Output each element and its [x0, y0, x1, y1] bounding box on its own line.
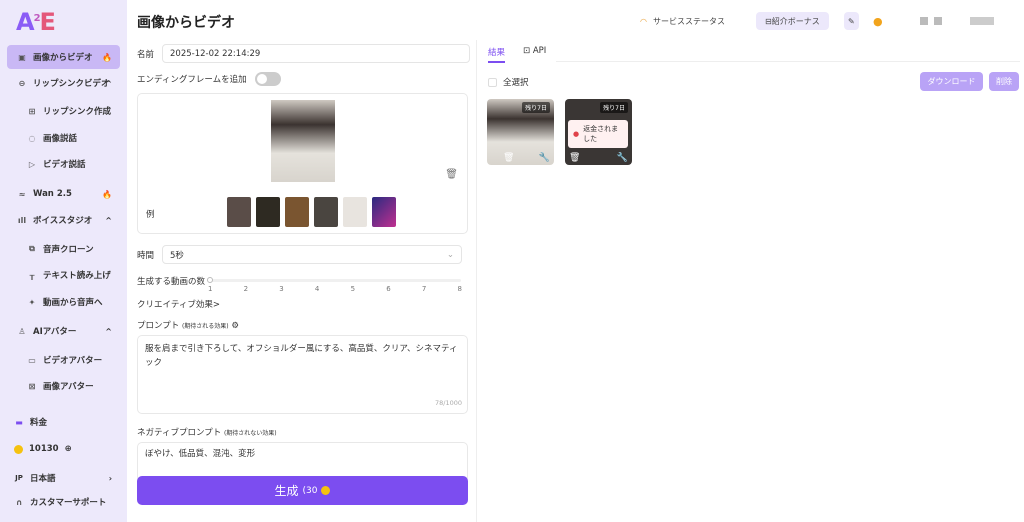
credits[interactable]: 10130 ⊕: [7, 437, 120, 461]
sidebar-item-video-avatar[interactable]: ▭ ビデオアバター: [7, 348, 120, 372]
sidebar-item-ai-avatar[interactable]: ♙ AIアバター ^: [7, 319, 120, 343]
video-talk-icon: ▷: [28, 159, 36, 169]
example-image[interactable]: [314, 197, 338, 227]
sidebar-item-image-avatar[interactable]: ⊠ 画像アバター: [7, 374, 120, 398]
tts-icon: ╥: [29, 270, 35, 280]
count-slider[interactable]: [207, 277, 461, 283]
error-icon: ●: [573, 130, 580, 138]
clone-icon: ⧉: [29, 244, 35, 253]
video-avatar-icon: ▭: [28, 355, 36, 365]
result-card[interactable]: 残り7日 🗑 🔧: [487, 99, 554, 165]
image-video-icon: ▣: [18, 52, 26, 62]
chevron-right-icon: ›: [108, 473, 112, 483]
tab-api[interactable]: ⊡ API: [523, 46, 546, 56]
chevron-up-icon: ^: [105, 326, 112, 336]
sparkle-icon: ✦: [28, 297, 36, 307]
chevron-down-icon: ⌄: [446, 249, 455, 260]
sidebar-item-voice-studio[interactable]: ıll ボイススタジオ ^: [7, 208, 120, 232]
result-card[interactable]: 残り7日 ● 返金されました 🗑 🔧: [565, 99, 632, 165]
sidebar-item-support[interactable]: ∩ カスタマーサポート: [7, 490, 120, 514]
image-avatar-icon: ⊠: [28, 381, 36, 391]
plus-square-icon: ⊞: [28, 106, 36, 116]
waveform-icon: ıll: [17, 215, 27, 225]
delete-button[interactable]: 削除: [989, 72, 1019, 91]
add-credits-icon[interactable]: ⊕: [65, 444, 72, 454]
referral-button[interactable]: ⊟ 紹介ボーナス: [756, 12, 829, 30]
gift-icon: ⊟: [765, 16, 772, 26]
trash-icon[interactable]: 🗑: [503, 153, 514, 163]
slider-handle[interactable]: [207, 277, 213, 283]
user-avatar-icon[interactable]: ●: [873, 12, 883, 30]
wrench-icon[interactable]: 🔧: [617, 153, 628, 163]
select-all-checkbox[interactable]: [488, 77, 497, 87]
slider-ticks: 12345678: [208, 285, 462, 293]
sidebar-item-pricing[interactable]: ▬ 料金: [7, 410, 120, 434]
chevron-up-icon: ^: [105, 215, 112, 225]
generate-button[interactable]: 生成 (30: [137, 476, 468, 505]
trash-icon[interactable]: 🗑: [445, 169, 458, 180]
wan-icon: ≈: [18, 189, 26, 199]
user-icon: ♙: [18, 326, 26, 336]
sidebar-item-tts[interactable]: ╥ テキスト読み上げ: [7, 263, 120, 287]
talk-icon: ◌: [28, 133, 36, 143]
example-image[interactable]: [372, 197, 396, 227]
negative-prompt-label: ネガティブプロンプト (期待されない効果): [137, 428, 277, 438]
headset-icon: ∩: [15, 497, 23, 507]
sidebar-item-video-talk[interactable]: ▷ ビデオ説話: [7, 152, 120, 176]
example-image[interactable]: [343, 197, 367, 227]
sidebar-item-lipsync-video[interactable]: ⊖ リップシンクビデオ ^: [7, 71, 120, 95]
name-input[interactable]: 2025-12-02 22:14:29: [162, 44, 471, 63]
sidebar-item-lipsync-create[interactable]: ⊞ リップシンク作成: [7, 99, 120, 123]
page-title: 画像からビデオ: [137, 15, 235, 31]
logo[interactable]: A2E: [16, 8, 56, 36]
ending-frame-toggle[interactable]: [254, 72, 281, 86]
service-status[interactable]: ◠ サービスステータス: [640, 12, 725, 30]
sidebar-item-wan[interactable]: ≈ Wan 2.5 🔥: [7, 182, 120, 206]
refund-status: ● 返金されました: [568, 120, 628, 148]
fire-icon: 🔥: [102, 52, 112, 62]
example-image[interactable]: [285, 197, 309, 227]
fire-icon: 🔥: [102, 189, 112, 199]
gauge-icon: ◠: [640, 16, 647, 26]
trash-icon[interactable]: 🗑: [569, 153, 580, 163]
download-button[interactable]: ダウンロード: [920, 72, 983, 91]
card-icon: ▬: [15, 417, 23, 427]
creative-effects-link[interactable]: クリエイティブ効果>: [137, 298, 220, 310]
prompt-textarea[interactable]: 服を肩まで引き下ろして、オフショルダー風にする、高品質、クリア、シネマティック 7…: [137, 335, 468, 414]
tab-results[interactable]: 結果: [488, 46, 506, 63]
example-image[interactable]: [227, 197, 251, 227]
sidebar-item-video-to-audio[interactable]: ✦ 動画から音声へ: [7, 290, 120, 314]
user-info: [920, 12, 994, 30]
uploaded-image: [271, 100, 335, 182]
name-row: 名前 2025-12-02 22:14:29: [137, 44, 471, 63]
duration-row: 時間 5秒 ⌄: [137, 245, 463, 264]
prompt-label: プロンプト (期待される効果) ⚙: [137, 321, 239, 331]
wrench-icon[interactable]: 🔧: [539, 153, 550, 163]
lips-icon: ⊖: [18, 78, 26, 88]
sidebar-item-image-talk[interactable]: ◌ 画像説話: [7, 126, 120, 150]
prompt-char-count: 78/1000: [434, 399, 462, 407]
sidebar-item-image-to-video[interactable]: ▣ 画像からビデオ 🔥: [7, 45, 120, 69]
coin-icon: [321, 486, 331, 495]
sidebar-item-voice-clone[interactable]: ⧉ 音声クローン: [7, 237, 120, 261]
theme-icon[interactable]: ✎: [844, 12, 859, 30]
coin-icon: [14, 444, 23, 454]
terminal-icon: ⊡: [523, 46, 531, 56]
duration-select[interactable]: 5秒 ⌄: [162, 245, 463, 264]
example-image[interactable]: [256, 197, 280, 227]
ai-icon[interactable]: ⚙: [231, 321, 239, 331]
sidebar: A2E ▣ 画像からビデオ 🔥 ⊖ リップシンクビデオ ^ ⊞ リップシンク作成 ◌ 画像説…: [0, 0, 127, 522]
ending-frame-row: エンディングフレームを追加: [137, 72, 281, 86]
sidebar-item-language[interactable]: JP 日本語 ›: [7, 466, 120, 490]
select-all[interactable]: 全選択: [488, 76, 529, 88]
chevron-up-icon: ^: [105, 78, 112, 88]
